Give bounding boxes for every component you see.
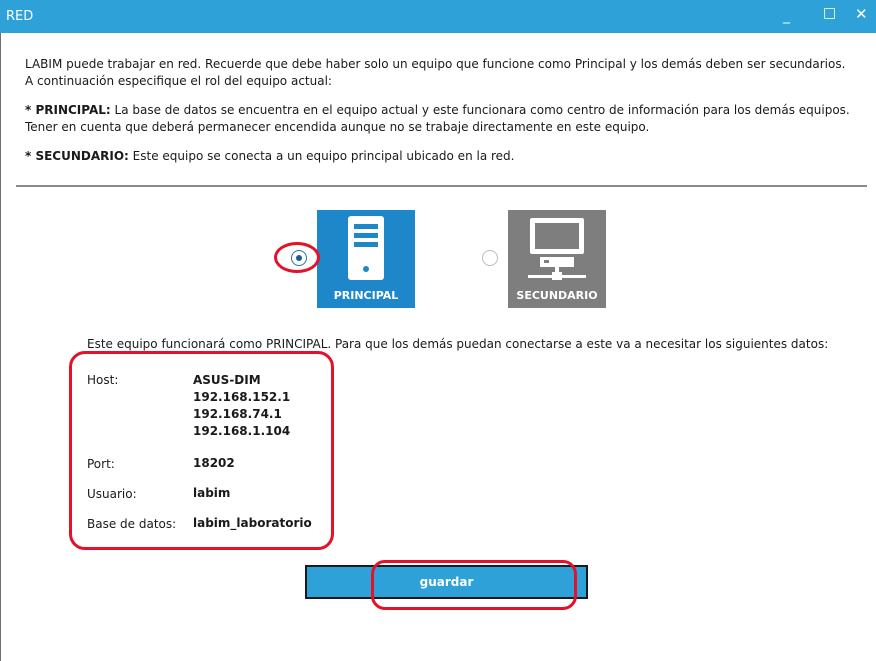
radio-secundario[interactable] [482, 250, 498, 266]
user-value: labim [193, 486, 231, 500]
intro-line-1: LABIM puede trabajar en red. Recuerde qu… [25, 57, 846, 71]
window-left-border [0, 33, 1, 661]
secundario-description-label: * SECUNDARIO: [25, 149, 129, 163]
principal-description: * PRINCIPAL: La base de datos se encuent… [25, 102, 865, 136]
user-label: Usuario: [87, 487, 137, 501]
maximize-button[interactable]: □ [823, 5, 836, 21]
window-title: RED [6, 9, 34, 24]
radio-principal[interactable] [291, 250, 307, 266]
principal-description-label: * PRINCIPAL: [25, 103, 111, 117]
intro-text: LABIM puede trabajar en red. Recuerde qu… [25, 56, 865, 177]
host-value: 192.168.74.1 [193, 407, 282, 421]
port-value: 18202 [193, 456, 235, 470]
host-value: 192.168.152.1 [193, 390, 291, 404]
principal-info-line: Este equipo funcionará como PRINCIPAL. P… [87, 337, 829, 351]
host-label: Host: [87, 373, 119, 387]
secundario-description: * SECUNDARIO: Este equipo se conecta a u… [25, 148, 865, 165]
intro-line-2: A continuación especifique el rol del eq… [25, 74, 332, 88]
principal-description-text: La base de datos se encuentra en el equi… [110, 103, 850, 117]
save-button[interactable]: guardar [305, 565, 588, 599]
principal-description-text-2: Tener en cuenta que deberá permanecer en… [25, 120, 650, 134]
intro-paragraph: LABIM puede trabajar en red. Recuerde qu… [25, 56, 865, 90]
minimize-button[interactable]: _ [783, 8, 790, 24]
role-card-secundario[interactable]: SECUNDARIO [508, 210, 606, 308]
host-value: 192.168.1.104 [193, 424, 291, 438]
database-label: Base de datos: [87, 517, 177, 531]
secundario-description-text: Este equipo se conecta a un equipo princ… [128, 149, 515, 163]
role-label-principal: PRINCIPAL [333, 289, 399, 302]
section-divider [16, 185, 867, 187]
window-titlebar: RED _ □ ✕ [0, 0, 876, 33]
role-card-principal[interactable]: PRINCIPAL [317, 210, 415, 308]
host-value: ASUS-DIM [193, 373, 261, 387]
host-values: ASUS-DIM 192.168.152.1 192.168.74.1 192.… [193, 372, 290, 440]
port-label: Port: [87, 457, 115, 471]
role-label-secundario: SECUNDARIO [516, 289, 598, 302]
close-button[interactable]: ✕ [855, 5, 868, 23]
database-value: labim_laboratorio [193, 516, 312, 530]
